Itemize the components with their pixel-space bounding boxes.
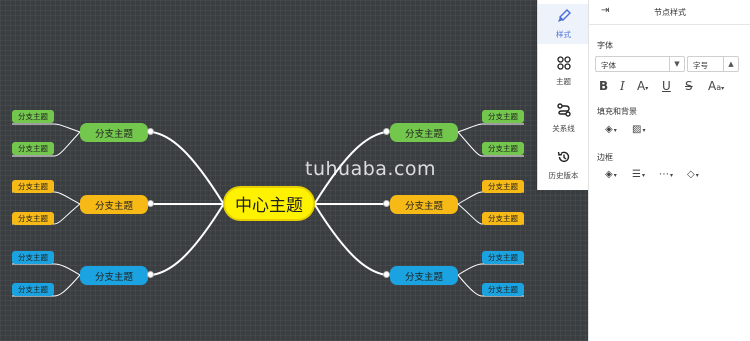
bold-icon[interactable]: B [599,79,608,93]
expand-handle[interactable] [147,128,154,135]
branch-topic-right-3[interactable]: 分支主题 [390,266,458,285]
font-color-icon[interactable]: A▾ [637,79,648,93]
leaf-topic[interactable]: 分支主题 [482,251,524,264]
panel-title: 节点样式 [654,8,686,17]
tool-style[interactable]: 样式 [538,4,589,44]
tool-theme[interactable]: 主题 [538,51,589,91]
font-size-select[interactable]: 字号 ▲ [687,56,739,72]
leaf-topic[interactable]: 分支主题 [482,110,524,123]
expand-handle[interactable] [383,271,390,278]
branch-topic-right-2[interactable]: 分支主题 [390,195,458,214]
relation-line-icon [556,102,571,121]
panel-header: ⇥ 节点样式 [589,0,750,25]
branch-topic-left-2[interactable]: 分支主题 [80,195,148,214]
leaf-topic[interactable]: 分支主题 [12,212,54,225]
leaf-topic[interactable]: 分支主题 [482,283,524,296]
center-topic[interactable]: 中心主题 [223,186,315,221]
underline-icon[interactable]: U [662,79,671,93]
font-size-value: 字号 [693,61,708,70]
leaf-topic[interactable]: 分支主题 [12,142,54,155]
expand-handle[interactable] [147,271,154,278]
border-width-icon[interactable]: ☰▾ [632,169,645,180]
tool-relation[interactable]: 关系线 [538,98,589,138]
tool-history-label: 历史版本 [548,170,579,180]
background-image-icon[interactable]: ▨▾ [632,124,645,135]
font-section-title: 字体 [597,41,613,50]
font-family-value: 字体 [601,61,616,70]
expand-handle[interactable] [383,200,390,207]
italic-icon[interactable]: I [620,79,625,93]
history-icon [557,150,571,168]
leaf-topic[interactable]: 分支主题 [482,142,524,155]
fill-section-title: 填充和背景 [597,107,637,116]
chevron-down-icon: ▲ [723,57,738,71]
border-shape-icon[interactable]: ◇▾ [687,169,699,180]
leaf-topic[interactable]: 分支主题 [12,251,54,264]
strikethrough-icon[interactable]: S [685,79,693,93]
tool-relation-label: 关系线 [552,123,575,133]
border-section-title: 边框 [597,153,613,162]
branch-topic-left-3[interactable]: 分支主题 [80,266,148,285]
mindmap-canvas[interactable]: 中心主题 分支主题 分支主题 分支主题 分支主题 分支主题 分支主题 分支主题 … [0,0,588,341]
expand-handle[interactable] [383,128,390,135]
fill-color-icon[interactable]: ◈▾ [605,124,617,135]
leaf-topic[interactable]: 分支主题 [12,110,54,123]
font-family-select[interactable]: 字体 ▼ [595,56,685,72]
border-style-icon[interactable]: ⋯▾ [659,169,673,180]
leaf-topic[interactable]: 分支主题 [12,283,54,296]
watermark: tuhuaba.com [305,158,437,180]
side-toolbar: 样式 主题 关系线 历史版本 [537,0,589,190]
branch-topic-right-1[interactable]: 分支主题 [390,123,458,142]
tool-theme-label: 主题 [556,76,571,86]
style-panel: ⇥ 节点样式 字体 字体 ▼ 字号 ▲ B I A▾ U S Aa▾ 填充和背景… [588,0,750,341]
leaf-topic[interactable]: 分支主题 [482,212,524,225]
leaf-topic[interactable]: 分支主题 [482,180,524,193]
border-color-icon[interactable]: ◈▾ [605,169,617,180]
tool-history[interactable]: 历史版本 [538,145,589,185]
leaf-topic[interactable]: 分支主题 [12,180,54,193]
brush-icon [557,8,571,27]
expand-handle[interactable] [147,200,154,207]
text-case-icon[interactable]: Aa▾ [708,79,724,93]
branch-topic-left-1[interactable]: 分支主题 [80,123,148,142]
tool-style-label: 样式 [556,29,571,39]
chevron-down-icon: ▼ [669,57,684,71]
theme-grid-icon [556,55,571,74]
